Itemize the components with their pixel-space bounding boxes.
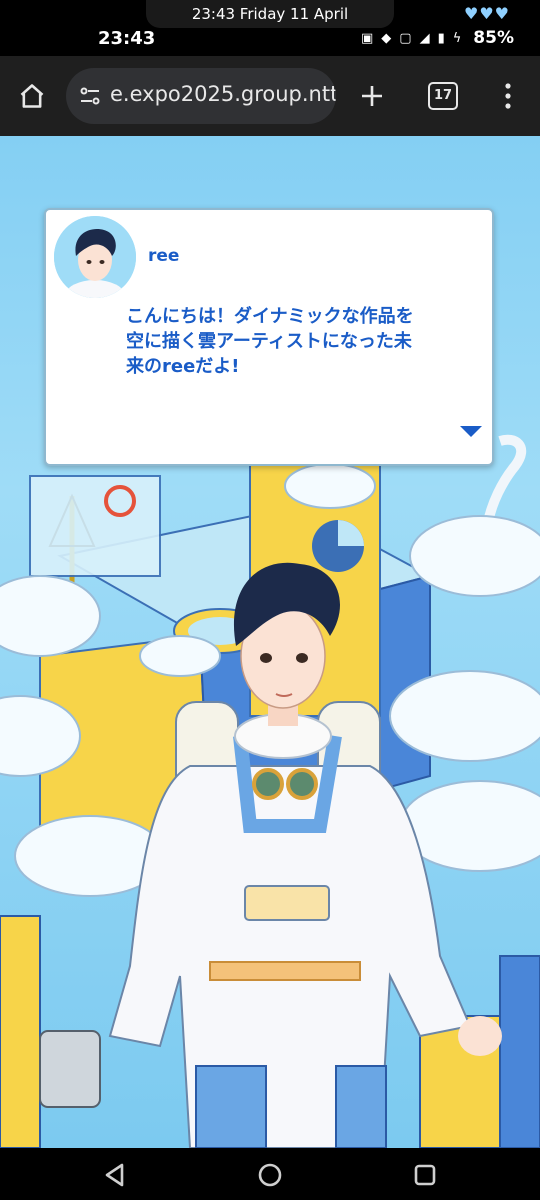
home-icon — [20, 84, 44, 108]
address-bar[interactable]: e.expo2025.group.ntt — [66, 68, 336, 124]
url-text[interactable]: e.expo2025.group.ntt — [110, 82, 336, 106]
navigation-bar — [0, 1148, 540, 1200]
back-triangle-icon[interactable] — [98, 1158, 132, 1192]
triangle-down-icon[interactable] — [460, 426, 482, 437]
dialog-message: こんにちは！ダイナミックな作品を空に描く雲アーティストになった未来のreeだよ! — [126, 306, 414, 377]
volte-icon: ▢ — [399, 30, 412, 46]
avatar — [54, 216, 136, 298]
system-icons: ▣ ◆ ▢ ◢ ▮ ϟ 85% — [361, 28, 514, 48]
charging-icon: ϟ — [452, 30, 462, 46]
tab-switcher-button[interactable]: 17 — [428, 82, 458, 110]
signal-icon: ◢ — [419, 30, 430, 46]
auto-hd-icon: ▣ — [360, 30, 374, 46]
battery-icon: ▮ — [437, 30, 445, 46]
tune-icon[interactable] — [78, 84, 102, 108]
recents-square-icon[interactable] — [408, 1158, 442, 1192]
new-tab-button[interactable] — [352, 76, 392, 116]
status-bar: 23:43 Friday 11 April ♥♥♥ 23:43 ▣ ◆ ▢ ◢ … — [0, 0, 540, 56]
hearts-icon: ♥♥♥ — [463, 4, 510, 23]
speaker-name: ree — [148, 246, 180, 266]
battery-level: 85% — [473, 28, 514, 48]
wifi-icon: ◆ — [381, 30, 392, 46]
game-scene[interactable]: ree こんにちは！ダイナミックな作品を空に描く雲アーティストになった未来のre… — [0, 136, 540, 1148]
home-circle-icon[interactable] — [253, 1158, 287, 1192]
status-time: 23:43 — [98, 28, 156, 49]
notification-pill[interactable]: 23:43 Friday 11 April — [146, 0, 394, 28]
dialog-box[interactable]: ree こんにちは！ダイナミックな作品を空に描く雲アーティストになった未来のre… — [44, 208, 494, 466]
plus-icon — [362, 86, 382, 106]
menu-button[interactable] — [488, 76, 528, 116]
browser-toolbar: e.expo2025.group.ntt 17 — [0, 56, 540, 136]
home-button[interactable] — [12, 76, 52, 116]
more-vert-icon — [505, 83, 511, 109]
